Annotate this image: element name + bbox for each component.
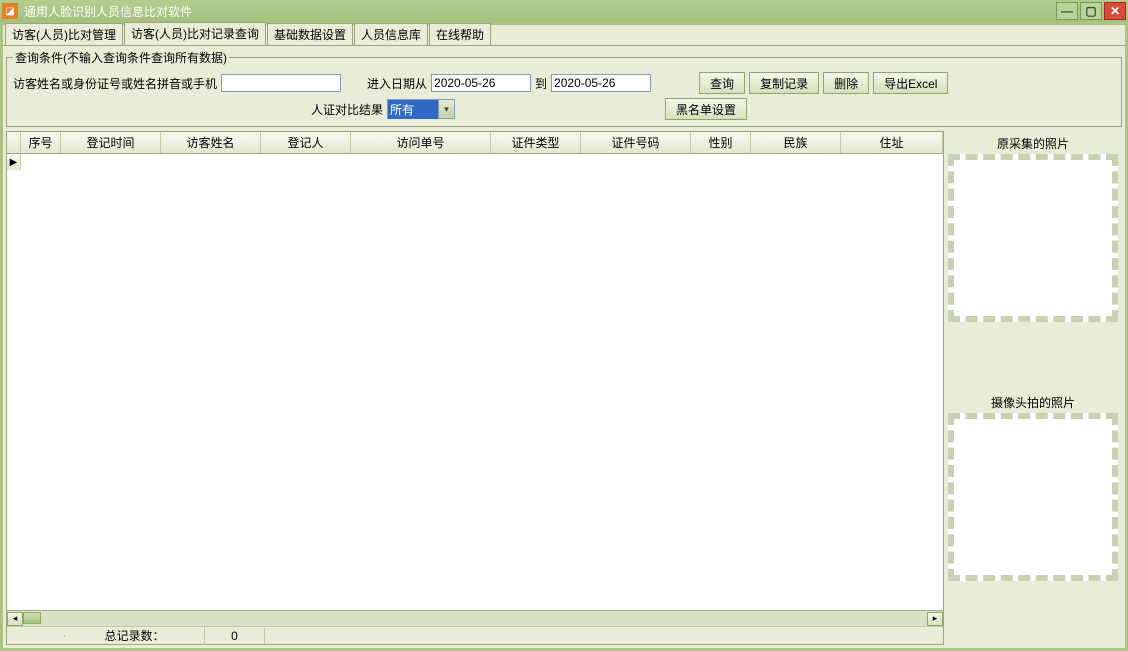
row-selector-header	[7, 132, 21, 153]
original-photo-box	[948, 154, 1118, 322]
col-address[interactable]: 住址	[841, 132, 943, 153]
col-ethnicity[interactable]: 民族	[751, 132, 841, 153]
col-regtime[interactable]: 登记时间	[61, 132, 161, 153]
scroll-right-button[interactable]: ▸	[927, 612, 943, 626]
date-from-input[interactable]	[431, 74, 531, 92]
result-label: 人证对比结果	[311, 101, 383, 118]
col-gender[interactable]: 性别	[691, 132, 751, 153]
grid-statusbar: 总记录数： 0	[7, 626, 943, 644]
search-legend: 查询条件(不输入查询条件查询所有数据)	[13, 49, 229, 66]
camera-photo-label: 摄像头拍的照片	[948, 392, 1118, 413]
tab-strip: 访客(人员)比对管理 访客(人员)比对记录查询 基础数据设置 人员信息库 在线帮…	[3, 25, 1125, 45]
scroll-thumb[interactable]	[23, 612, 41, 624]
tab-visitor-compare-manage[interactable]: 访客(人员)比对管理	[5, 23, 123, 45]
original-photo-label: 原采集的照片	[948, 133, 1118, 154]
result-select[interactable]: 所有 ▾	[387, 99, 455, 119]
col-id-number[interactable]: 证件号码	[581, 132, 691, 153]
name-label: 访客姓名或身份证号或姓名拼音或手机	[13, 75, 217, 92]
delete-button[interactable]: 删除	[823, 72, 869, 94]
window-title: 通用人脸识别人员信息比对软件	[24, 3, 1054, 20]
app-icon: ◪	[2, 3, 18, 19]
camera-photo-box	[948, 413, 1118, 581]
result-selected: 所有	[388, 100, 438, 119]
search-conditions: 查询条件(不输入查询条件查询所有数据) 访客姓名或身份证号或姓名拼音或手机 进入…	[6, 49, 1122, 127]
tab-online-help[interactable]: 在线帮助	[429, 23, 491, 45]
minimize-button[interactable]: ―	[1056, 2, 1078, 20]
col-registrar[interactable]: 登记人	[261, 132, 351, 153]
date-to-label: 到	[535, 75, 547, 92]
maximize-button[interactable]: ▢	[1080, 2, 1102, 20]
col-visit-no[interactable]: 访问单号	[351, 132, 491, 153]
photo-panel: 原采集的照片 摄像头拍的照片	[944, 131, 1122, 645]
total-records-value: 0	[205, 628, 265, 644]
name-input[interactable]	[221, 74, 341, 92]
blacklist-button[interactable]: 黑名单设置	[665, 98, 747, 120]
chevron-down-icon: ▾	[438, 100, 454, 118]
tab-person-info-db[interactable]: 人员信息库	[354, 23, 428, 45]
col-id-type[interactable]: 证件类型	[491, 132, 581, 153]
title-bar: ◪ 通用人脸识别人员信息比对软件 ― ▢ ✕	[0, 0, 1128, 22]
col-visitor-name[interactable]: 访客姓名	[161, 132, 261, 153]
close-button[interactable]: ✕	[1104, 2, 1126, 20]
query-button[interactable]: 查询	[699, 72, 745, 94]
data-grid[interactable]: 序号 登记时间 访客姓名 登记人 访问单号 证件类型 证件号码 性别 民族 住址…	[6, 131, 944, 645]
client-area: 访客(人员)比对管理 访客(人员)比对记录查询 基础数据设置 人员信息库 在线帮…	[2, 24, 1126, 649]
copy-record-button[interactable]: 复制记录	[749, 72, 819, 94]
total-records-label: 总记录数：	[65, 626, 205, 645]
scroll-left-button[interactable]: ◂	[7, 612, 23, 626]
grid-body[interactable]: ▶	[7, 154, 943, 610]
status-pad	[7, 635, 65, 637]
grid-header: 序号 登记时间 访客姓名 登记人 访问单号 证件类型 证件号码 性别 民族 住址	[7, 132, 943, 154]
date-from-label: 进入日期从	[367, 75, 427, 92]
tab-panel: 查询条件(不输入查询条件查询所有数据) 访客姓名或身份证号或姓名拼音或手机 进入…	[3, 45, 1125, 648]
tab-base-data-settings[interactable]: 基础数据设置	[267, 23, 353, 45]
grid-hscrollbar[interactable]: ◂ ▸	[7, 610, 943, 626]
date-to-input[interactable]	[551, 74, 651, 92]
scroll-track[interactable]	[23, 612, 927, 626]
col-seq[interactable]: 序号	[21, 132, 61, 153]
tab-visitor-compare-query[interactable]: 访客(人员)比对记录查询	[124, 22, 266, 45]
current-row-indicator: ▶	[7, 154, 21, 170]
export-excel-button[interactable]: 导出Excel	[873, 72, 948, 94]
